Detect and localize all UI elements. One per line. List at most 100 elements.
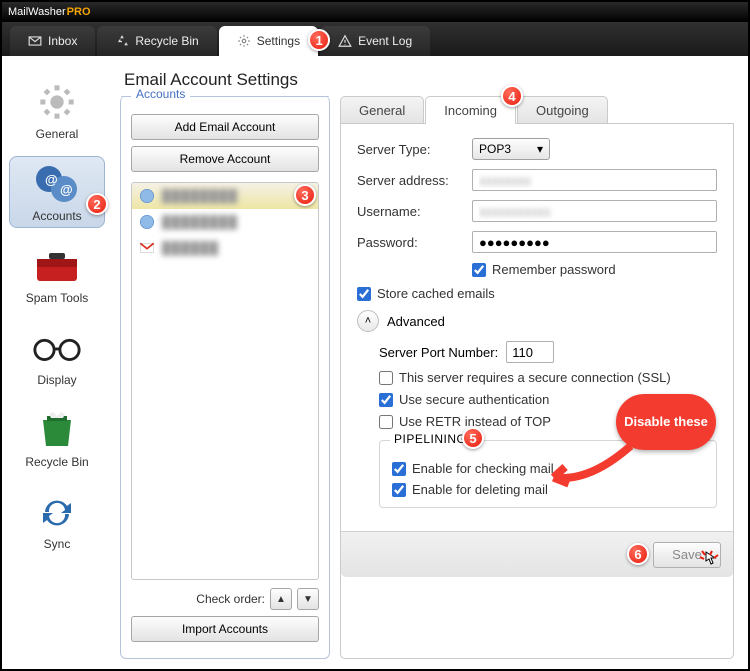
check-order-label: Check order: xyxy=(196,592,265,606)
advanced-expander[interactable]: ˄ xyxy=(357,310,379,332)
import-accounts-button[interactable]: Import Accounts xyxy=(131,616,319,642)
warning-icon xyxy=(338,34,352,48)
recycle-icon xyxy=(115,34,129,48)
subtab-general[interactable]: General xyxy=(340,96,424,123)
sidebar-item-general[interactable]: General xyxy=(9,74,105,146)
accounts-icon: @@ xyxy=(31,163,83,205)
username-label: Username: xyxy=(357,204,462,219)
ssl-checkbox[interactable] xyxy=(379,371,393,385)
move-up-button[interactable]: ▲ xyxy=(270,588,292,610)
secure-auth-checkbox[interactable] xyxy=(379,393,393,407)
accounts-groupbox: Accounts Add Email Account Remove Accoun… xyxy=(120,96,330,659)
retr-label: Use RETR instead of TOP xyxy=(399,414,551,429)
glasses-icon xyxy=(31,327,83,369)
password-label: Password: xyxy=(357,235,462,250)
sidebar-item-label: Display xyxy=(37,373,76,387)
title-bar: MailWasherPRO xyxy=(2,2,748,22)
main-tab-bar: Inbox Recycle Bin Settings 1 Event Log xyxy=(2,22,748,56)
incoming-form: Server Type: POP3 ▾ Server address: User… xyxy=(340,124,734,659)
account-row[interactable]: ████████ xyxy=(132,209,318,235)
svg-text:@: @ xyxy=(45,172,58,187)
pipelining-delete-label: Enable for deleting mail xyxy=(412,482,548,497)
tab-settings[interactable]: Settings 1 xyxy=(219,26,318,56)
store-cached-label: Store cached emails xyxy=(377,286,495,301)
pipelining-delete-checkbox[interactable] xyxy=(392,483,406,497)
sidebar-item-label: Accounts xyxy=(32,209,81,223)
account-row[interactable]: ██████ xyxy=(132,235,318,261)
page-title: Email Account Settings xyxy=(124,70,734,90)
globe-icon xyxy=(139,214,155,230)
account-name-redacted: ██████ xyxy=(162,241,219,255)
globe-icon xyxy=(139,188,155,204)
tab-settings-label: Settings xyxy=(257,34,300,48)
tab-recycle-label: Recycle Bin xyxy=(135,34,198,48)
subtab-outgoing[interactable]: Outgoing xyxy=(517,96,608,123)
ssl-label: This server requires a secure connection… xyxy=(399,370,671,385)
sync-icon xyxy=(31,491,83,533)
remove-account-button[interactable]: Remove Account xyxy=(131,146,319,172)
server-address-label: Server address: xyxy=(357,173,462,188)
settings-sidebar: General @@ Accounts 2 Spam Tools Display xyxy=(2,56,112,669)
username-input[interactable] xyxy=(472,200,717,222)
tab-inbox-label: Inbox xyxy=(48,34,77,48)
recycle-bin-icon xyxy=(31,409,83,451)
sidebar-item-recycle[interactable]: Recycle Bin xyxy=(9,402,105,474)
gmail-icon xyxy=(139,240,155,256)
store-cached-checkbox[interactable] xyxy=(357,287,371,301)
toolbox-icon xyxy=(31,245,83,287)
account-name-redacted: ████████ xyxy=(162,215,238,229)
account-row[interactable]: ████████ 3 xyxy=(132,183,318,209)
accounts-groupbox-label: Accounts xyxy=(131,87,190,101)
tab-eventlog-label: Event Log xyxy=(358,34,412,48)
port-input[interactable] xyxy=(506,341,554,363)
remember-password-checkbox[interactable] xyxy=(472,263,486,277)
sidebar-item-accounts[interactable]: @@ Accounts 2 xyxy=(9,156,105,228)
pipelining-check-label: Enable for checking mail xyxy=(412,461,554,476)
sidebar-item-label: Recycle Bin xyxy=(25,455,88,469)
sidebar-item-label: Spam Tools xyxy=(26,291,88,305)
envelope-icon xyxy=(28,34,42,48)
app-name: MailWasher xyxy=(8,6,66,18)
gear-icon xyxy=(31,81,83,123)
account-subtabs: General Incoming 4 Outgoing xyxy=(340,96,734,124)
chevron-down-icon: ▾ xyxy=(537,142,543,156)
tab-recycle[interactable]: Recycle Bin xyxy=(97,26,216,56)
app-suffix: PRO xyxy=(67,6,91,18)
advanced-label: Advanced xyxy=(387,314,445,329)
account-settings-column: General Incoming 4 Outgoing Server Type:… xyxy=(340,96,734,659)
sidebar-item-label: General xyxy=(36,127,79,141)
sidebar-item-spam[interactable]: Spam Tools xyxy=(9,238,105,310)
add-account-button[interactable]: Add Email Account xyxy=(131,114,319,140)
server-type-label: Server Type: xyxy=(357,142,462,157)
secure-auth-label: Use secure authentication xyxy=(399,392,549,407)
main-panel: Email Account Settings Accounts Add Emai… xyxy=(112,56,748,669)
body-area: General @@ Accounts 2 Spam Tools Display xyxy=(2,56,748,669)
server-type-combo[interactable]: POP3 ▾ xyxy=(472,138,550,160)
retr-checkbox[interactable] xyxy=(379,415,393,429)
tab-eventlog[interactable]: Event Log xyxy=(320,26,430,56)
tab-inbox[interactable]: Inbox xyxy=(10,26,95,56)
subtab-incoming[interactable]: Incoming 4 xyxy=(425,96,516,124)
save-bar: 6 Save xyxy=(341,531,733,577)
annotation-badge-6: 6 xyxy=(627,543,649,565)
cursor-click-icon xyxy=(698,549,724,575)
sidebar-item-display[interactable]: Display xyxy=(9,320,105,392)
remember-password-label: Remember password xyxy=(492,262,616,277)
gear-icon xyxy=(237,34,251,48)
save-button[interactable]: Save xyxy=(653,542,721,568)
port-label: Server Port Number: xyxy=(379,345,498,360)
annotation-badge-3: 3 xyxy=(294,184,316,206)
sidebar-item-label: Sync xyxy=(44,537,71,551)
accounts-list[interactable]: ████████ 3 ████████ ██████ xyxy=(131,182,319,580)
svg-text:@: @ xyxy=(60,182,73,197)
pipelining-groupbox: PIPELINING 5 Enable for checking mail En… xyxy=(379,440,717,508)
annotation-badge-2: 2 xyxy=(86,193,108,215)
pipelining-label: PIPELINING xyxy=(390,432,470,446)
account-name-redacted: ████████ xyxy=(162,189,238,203)
check-order-row: Check order: ▲ ▼ xyxy=(131,588,319,610)
server-address-input[interactable] xyxy=(472,169,717,191)
password-input[interactable] xyxy=(472,231,717,253)
pipelining-check-checkbox[interactable] xyxy=(392,462,406,476)
sidebar-item-sync[interactable]: Sync xyxy=(9,484,105,556)
move-down-button[interactable]: ▼ xyxy=(297,588,319,610)
